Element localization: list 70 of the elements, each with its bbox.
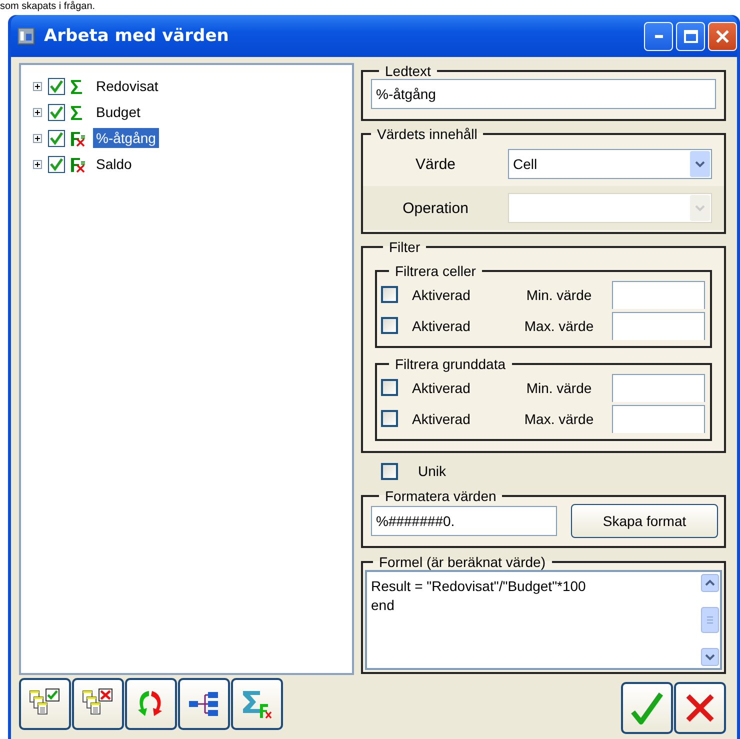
minimize-button[interactable] (644, 22, 673, 50)
checkbox[interactable] (48, 78, 65, 94)
checkbox[interactable] (381, 462, 398, 480)
create-format-button[interactable]: Skapa format (571, 504, 718, 538)
group-label: Formel (är beräknat värde) (378, 554, 547, 570)
tree-item[interactable]: Redovisat (93, 76, 162, 96)
scroll-up-icon (701, 574, 719, 592)
expand-toggle[interactable] (33, 108, 42, 116)
checkbox[interactable] (381, 286, 398, 303)
value-field[interactable] (612, 312, 705, 340)
group-label: Värdets innehåll (376, 126, 478, 142)
scroll-thumb-icon (701, 607, 719, 633)
expand-toggle[interactable] (33, 82, 42, 90)
text-field[interactable]: %-åtgång (371, 79, 716, 109)
refresh-button[interactable] (125, 678, 177, 730)
field-label: Min. värde (525, 286, 593, 302)
checkbox-label: Aktiverad (412, 380, 472, 396)
field-label: Operation (402, 200, 470, 216)
maximize-icon (684, 30, 698, 42)
checkbox[interactable] (381, 379, 398, 396)
checkbox-label: Aktiverad (412, 286, 472, 302)
formula-editor[interactable]: Result = "Redovisat"/"Budget"*100 end (365, 570, 722, 670)
sigma-icon (69, 78, 85, 94)
scrollbar[interactable] (700, 572, 720, 668)
sigma-icon (69, 104, 85, 120)
tree-item[interactable]: %-åtgång (93, 128, 159, 148)
checkbox-label: Aktiverad (412, 318, 472, 334)
check-all-button[interactable] (19, 678, 71, 730)
field-label: Värde (414, 156, 457, 172)
window-title: Arbeta med värden (44, 26, 229, 46)
checkbox[interactable] (48, 104, 65, 120)
uncheck-all-button[interactable] (72, 678, 124, 730)
caption-text: som skapats i frågan. (0, 0, 96, 13)
tree-item[interactable]: Budget (93, 102, 144, 122)
checkbox[interactable] (48, 156, 65, 172)
group-label: Filtrera celler (394, 263, 477, 279)
checkbox[interactable] (381, 317, 398, 334)
field-label: Max. värde (523, 318, 595, 334)
expand-toggle[interactable] (33, 160, 42, 168)
checkbox[interactable] (381, 410, 398, 427)
close-icon (716, 30, 729, 42)
minimize-icon (654, 34, 662, 38)
formula-icon (69, 156, 85, 172)
group-label: Formatera värden (384, 488, 498, 504)
maximize-button[interactable] (676, 22, 705, 50)
hierarchy-button[interactable] (178, 678, 230, 730)
cancel-button[interactable] (674, 682, 726, 734)
group-label: Filter (388, 239, 422, 255)
value-field[interactable] (612, 374, 705, 402)
checkmark-icon (629, 690, 665, 726)
value-field[interactable] (612, 404, 705, 432)
field-label: Min. värde (525, 380, 593, 396)
code-text: Result = "Redovisat"/"Budget"*100 end (370, 577, 587, 615)
field-label: Max. värde (523, 410, 595, 426)
checkbox-label: Aktiverad (412, 410, 472, 426)
scroll-down-icon (701, 648, 719, 666)
expand-toggle[interactable] (33, 134, 42, 142)
group-label: Ledtext (384, 63, 432, 79)
tree-item[interactable]: Saldo (93, 154, 135, 174)
close-button[interactable] (708, 22, 737, 50)
group-label: Filtrera grunddata (394, 356, 507, 372)
value-field[interactable] (612, 280, 705, 308)
ok-button[interactable] (621, 682, 673, 734)
format-field[interactable]: %#######0. (371, 506, 557, 536)
checkbox-label: Unik (418, 463, 446, 479)
app-icon (17, 27, 35, 45)
dropdown[interactable]: Cell (508, 149, 712, 179)
checkbox[interactable] (48, 130, 65, 146)
formula-icon (69, 130, 85, 146)
sum-formula-button[interactable] (231, 678, 283, 730)
